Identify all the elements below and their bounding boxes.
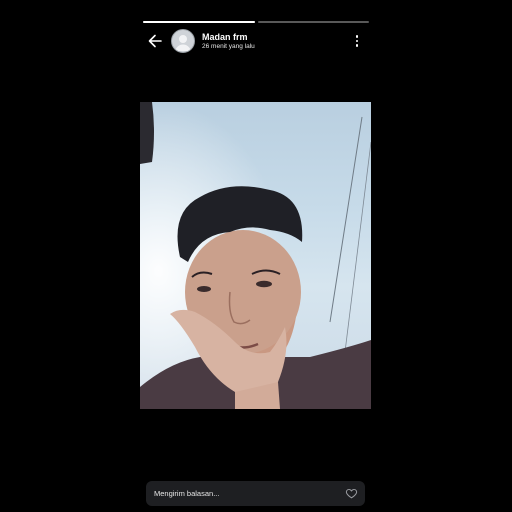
default-avatar-icon: [175, 35, 191, 51]
author-name[interactable]: Madan frm: [202, 32, 248, 42]
story-progress-bar: [143, 21, 369, 23]
progress-segment-1: [143, 21, 255, 23]
post-time: 26 menit yang lalu: [202, 43, 255, 50]
author-avatar[interactable]: [171, 29, 195, 53]
heart-icon[interactable]: [345, 487, 358, 500]
selfie-illustration: [140, 102, 371, 409]
reply-input[interactable]: Mengirim balasan...: [146, 481, 365, 506]
progress-segment-2: [257, 21, 369, 23]
arrow-left-icon: [148, 34, 162, 48]
reply-placeholder: Mengirim balasan...: [154, 489, 220, 498]
back-button[interactable]: [146, 32, 164, 50]
story-photo[interactable]: [140, 102, 371, 409]
more-options-button[interactable]: [350, 33, 364, 49]
more-vertical-icon: [355, 35, 359, 47]
